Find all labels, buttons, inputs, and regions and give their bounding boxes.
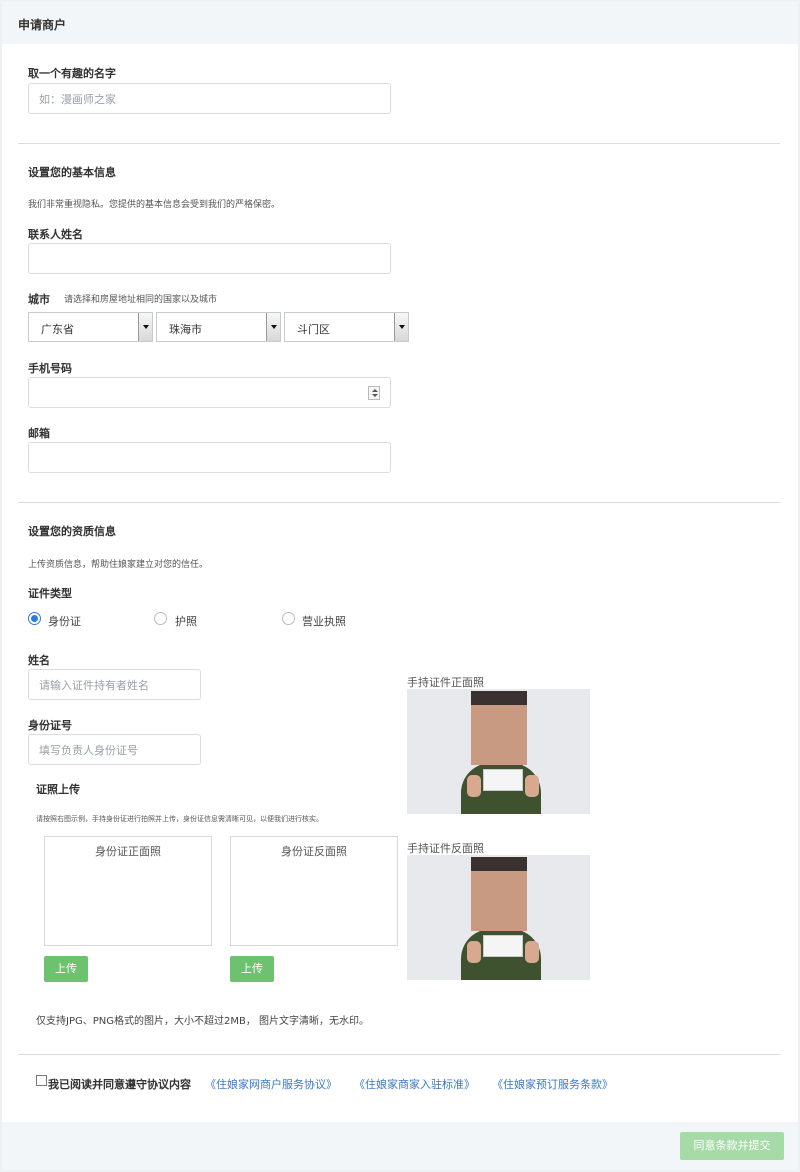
city-select[interactable]: 珠海市 bbox=[156, 312, 281, 342]
link-booking-service-terms[interactable]: 《住娘家预订服务条款》 bbox=[492, 1076, 613, 1092]
contact-name-label: 联系人姓名 bbox=[28, 228, 83, 241]
city-label: 城市 bbox=[28, 293, 50, 306]
qualification-heading: 设置您的资质信息 bbox=[28, 525, 116, 538]
shop-name-label: 取一个有趣的名字 bbox=[28, 67, 116, 80]
stepper-down-icon[interactable] bbox=[372, 394, 378, 397]
province-value: 广东省 bbox=[41, 323, 74, 336]
application-form: 申请商户 取一个有趣的名字 如：漫画师之家 设置您的基本信息 我们非常重视隐私。… bbox=[2, 2, 798, 1170]
id-back-box-label: 身份证反面照 bbox=[281, 845, 347, 858]
agreement-text: 我已阅读并同意遵守协议内容 bbox=[48, 1078, 191, 1091]
photo-id-card bbox=[483, 935, 523, 957]
upload-back-button[interactable]: 上传 bbox=[230, 956, 274, 982]
holder-name-placeholder: 请输入证件持有者姓名 bbox=[39, 678, 149, 692]
divider bbox=[18, 502, 780, 503]
shop-name-placeholder: 如：漫画师之家 bbox=[39, 92, 116, 106]
radio-business-license[interactable] bbox=[282, 612, 295, 625]
sample-back-label: 手持证件反面照 bbox=[407, 842, 484, 855]
id-front-upload-box[interactable]: 身份证正面照 bbox=[44, 836, 212, 946]
chevron-down-icon bbox=[394, 313, 408, 341]
submit-button[interactable]: 同意条款并提交 bbox=[680, 1132, 784, 1160]
radio-passport[interactable] bbox=[154, 612, 167, 625]
id-number-label: 身份证号 bbox=[28, 719, 72, 732]
chevron-down-icon bbox=[266, 313, 280, 341]
sample-back-photo bbox=[407, 855, 590, 980]
radio-id-card[interactable] bbox=[28, 612, 41, 625]
upload-heading: 证照上传 bbox=[36, 783, 80, 796]
divider bbox=[18, 1054, 780, 1055]
id-number-placeholder: 填写负责人身份证号 bbox=[39, 743, 138, 757]
footer-bar: 同意条款并提交 bbox=[2, 1122, 798, 1170]
page-header: 申请商户 bbox=[2, 2, 798, 44]
city-hint: 请选择和房屋地址相同的国家以及城市 bbox=[64, 295, 218, 305]
email-input[interactable] bbox=[28, 442, 391, 473]
photo-hand-left bbox=[467, 775, 481, 797]
doc-type-label: 证件类型 bbox=[28, 587, 72, 600]
id-number-input[interactable]: 填写负责人身份证号 bbox=[28, 734, 201, 765]
upload-front-button[interactable]: 上传 bbox=[44, 956, 88, 982]
photo-hand-right bbox=[525, 941, 539, 963]
sample-front-photo bbox=[407, 689, 590, 814]
privacy-note: 我们非常重视隐私。您提供的基本信息会受到我们的严格保密。 bbox=[28, 200, 281, 210]
photo-id-card bbox=[483, 769, 523, 791]
page-title: 申请商户 bbox=[18, 18, 67, 32]
stepper-up-icon[interactable] bbox=[372, 389, 378, 392]
agreement-checkbox[interactable] bbox=[36, 1075, 47, 1086]
id-back-upload-box[interactable]: 身份证反面照 bbox=[230, 836, 398, 946]
link-merchant-service-agreement[interactable]: 《住娘家网商户服务协议》 bbox=[205, 1076, 337, 1092]
radio-passport-label[interactable]: 护照 bbox=[175, 613, 197, 629]
photo-hand-left bbox=[467, 941, 481, 963]
city-value: 珠海市 bbox=[169, 323, 202, 336]
id-front-box-label: 身份证正面照 bbox=[95, 845, 161, 858]
photo-hand-right bbox=[525, 775, 539, 797]
divider bbox=[18, 143, 780, 144]
photo-hair bbox=[471, 857, 527, 871]
number-stepper[interactable] bbox=[368, 386, 380, 400]
format-note: 仅支持JPG、PNG格式的图片，大小不超过2MB， 图片文字清晰，无水印。 bbox=[36, 1016, 370, 1027]
district-select[interactable]: 斗门区 bbox=[284, 312, 409, 342]
radio-business-license-label[interactable]: 营业执照 bbox=[302, 613, 346, 629]
district-value: 斗门区 bbox=[297, 323, 330, 336]
basic-info-heading: 设置您的基本信息 bbox=[28, 166, 116, 179]
sample-front-label: 手持证件正面照 bbox=[407, 676, 484, 689]
holder-name-label: 姓名 bbox=[28, 654, 50, 667]
link-merchant-entry-standard[interactable]: 《住娘家商家入驻标准》 bbox=[354, 1076, 475, 1092]
shop-name-input[interactable]: 如：漫画师之家 bbox=[28, 83, 391, 114]
upload-note: 请按照右图示例，手持身份证进行拍照并上传，身份证信息需清晰可见，以便我们进行核实… bbox=[36, 815, 323, 823]
email-label: 邮箱 bbox=[28, 427, 50, 440]
qualification-note: 上传资质信息，帮助住娘家建立对您的信任。 bbox=[28, 560, 209, 570]
chevron-down-icon bbox=[138, 313, 152, 341]
radio-id-card-label[interactable]: 身份证 bbox=[48, 613, 81, 629]
holder-name-input[interactable]: 请输入证件持有者姓名 bbox=[28, 669, 201, 700]
phone-input[interactable] bbox=[28, 377, 391, 408]
province-select[interactable]: 广东省 bbox=[28, 312, 153, 342]
phone-label: 手机号码 bbox=[28, 362, 72, 375]
photo-hair bbox=[471, 691, 527, 705]
contact-name-input[interactable] bbox=[28, 243, 391, 274]
